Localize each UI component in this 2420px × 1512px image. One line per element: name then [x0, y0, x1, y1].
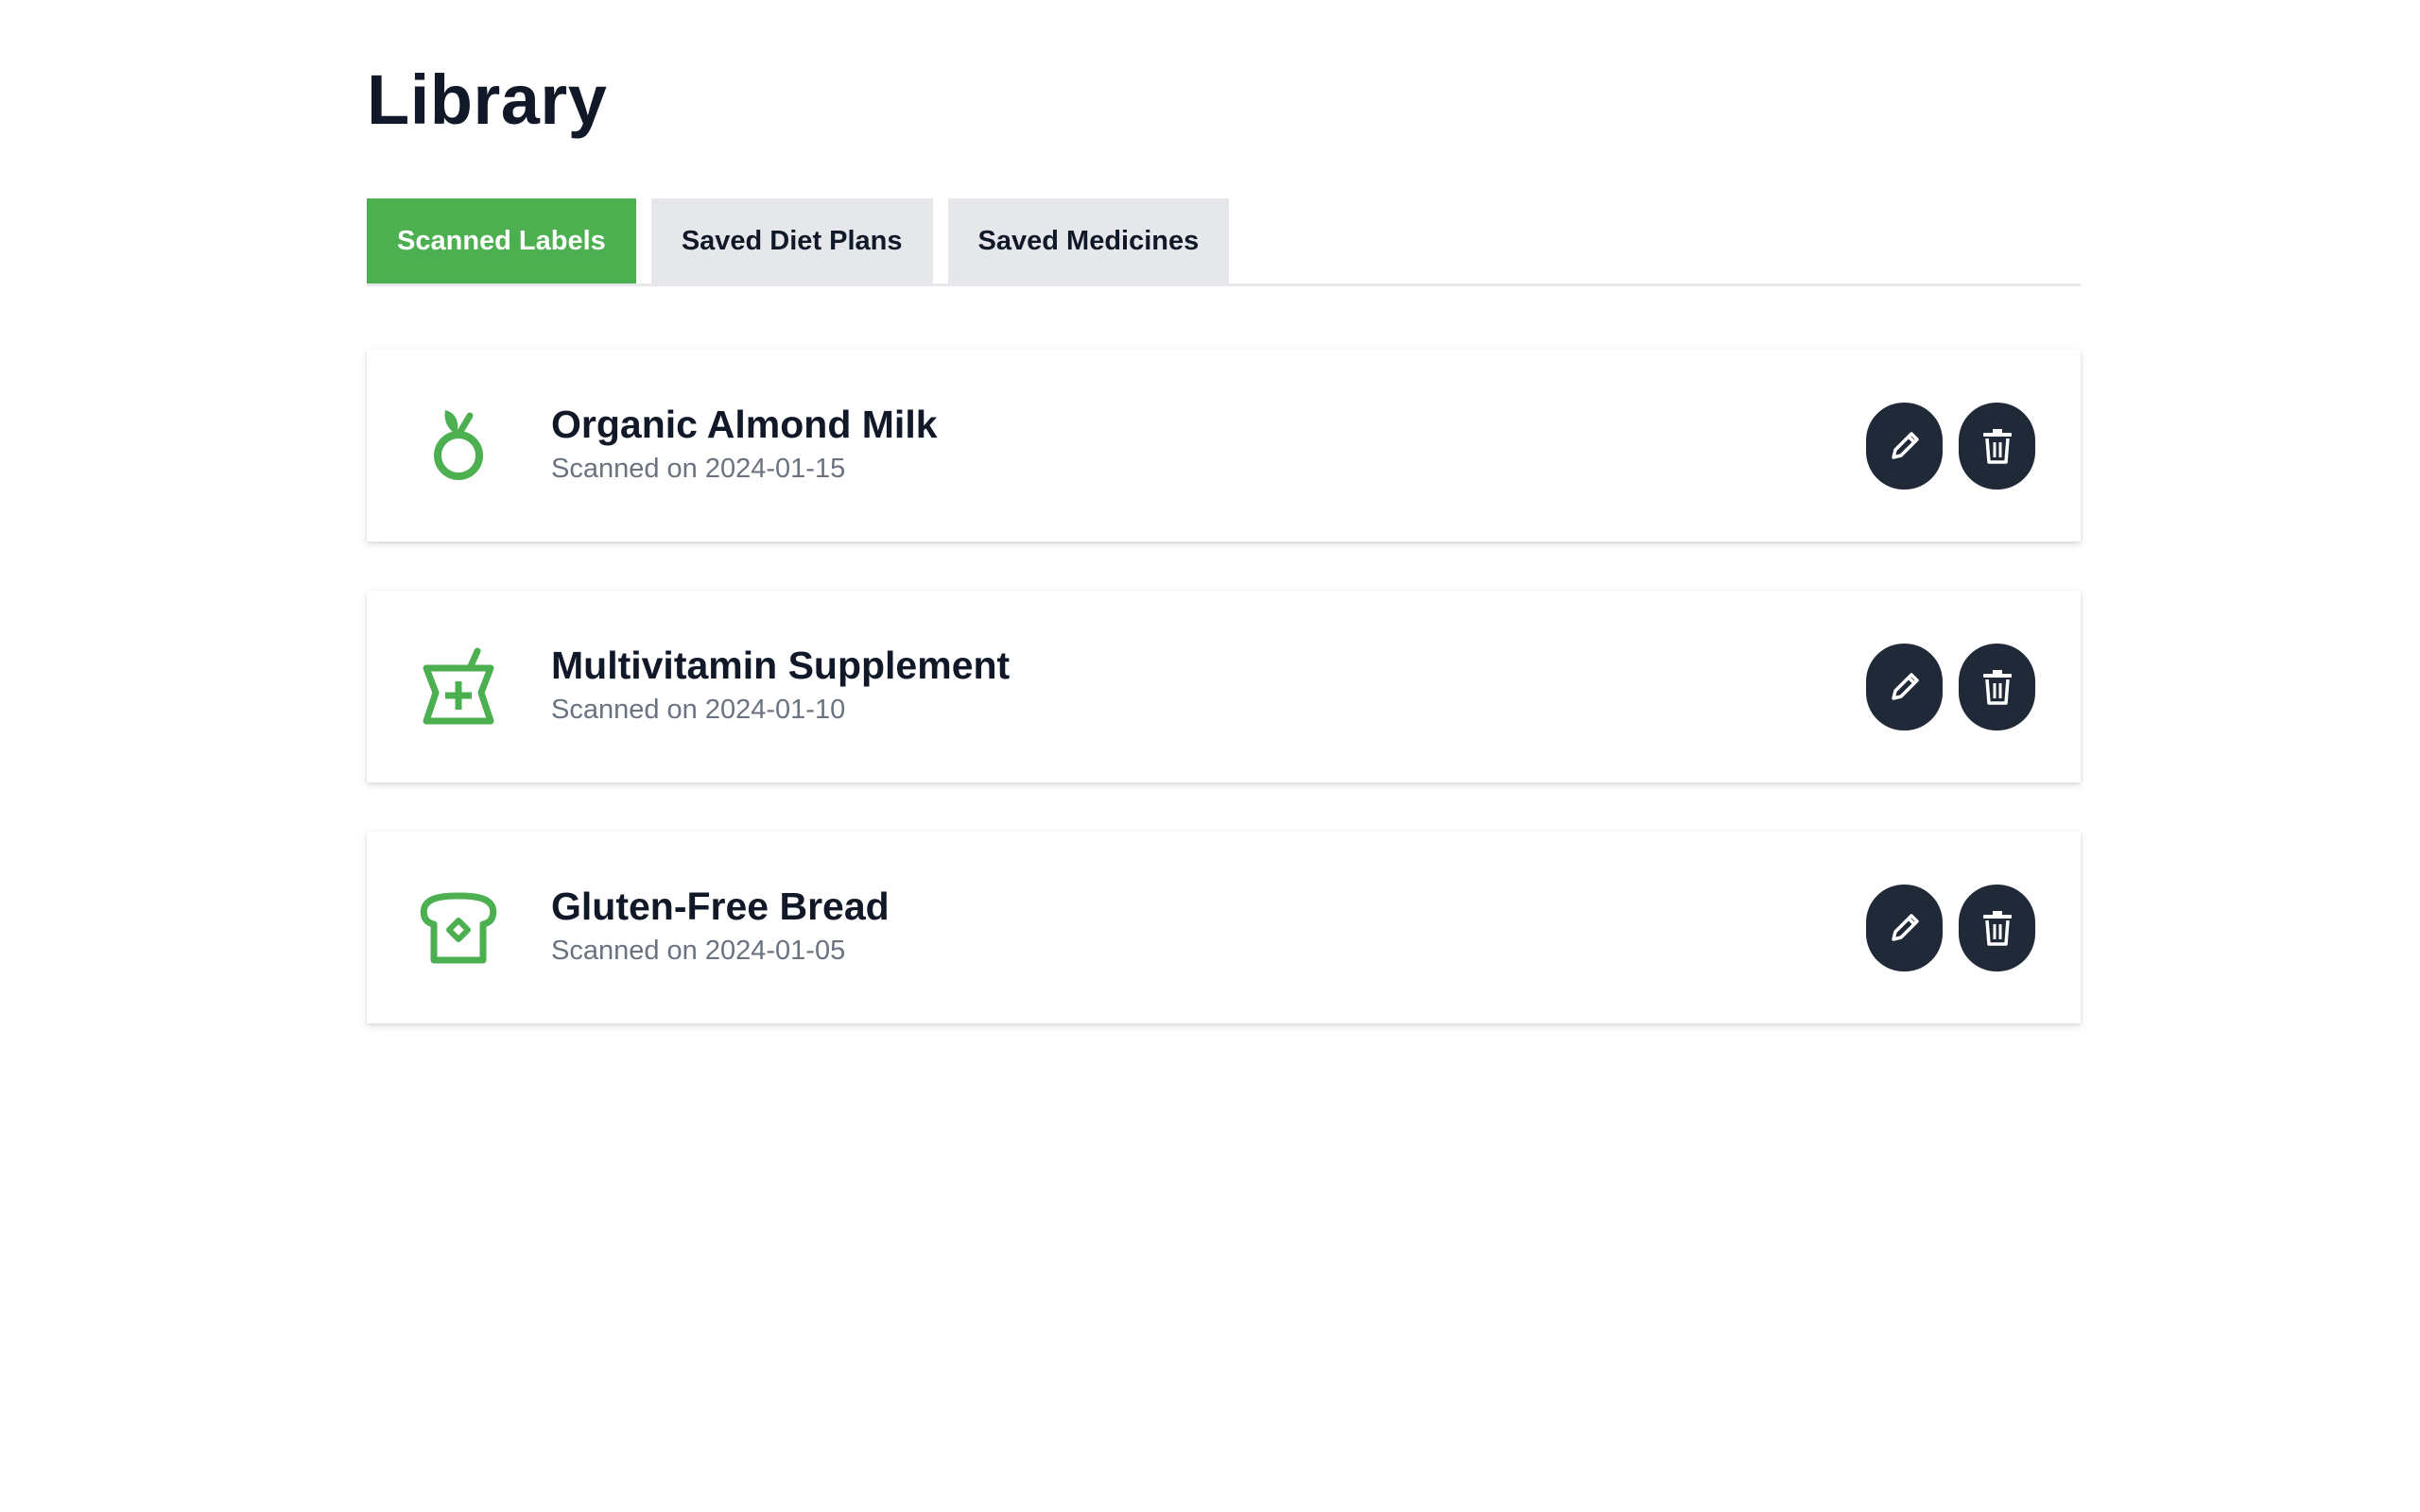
item-title: Gluten-Free Bread: [551, 885, 890, 928]
item-actions: [1866, 643, 2035, 730]
item-scan-date: Scanned on 2024-01-05: [551, 936, 846, 966]
trash-icon: [1982, 428, 2012, 464]
scanned-labels-list: Organic Almond Milk Scanned on 2024-01-1…: [367, 350, 2081, 1073]
trash-icon: [1982, 910, 2012, 946]
item-scan-date: Scanned on 2024-01-15: [551, 454, 846, 484]
tab-saved-diet-plans[interactable]: Saved Diet Plans: [650, 198, 933, 284]
pencil-icon: [1891, 913, 1919, 941]
bread-icon: [416, 885, 501, 971]
item-title: Organic Almond Milk: [551, 403, 938, 446]
pencil-icon: [1891, 672, 1919, 700]
delete-button[interactable]: [1959, 402, 2035, 490]
mortar-pestle-icon: [416, 644, 501, 730]
tab-saved-medicines[interactable]: Saved Medicines: [947, 198, 1230, 284]
list-item[interactable]: Organic Almond Milk Scanned on 2024-01-1…: [367, 350, 2081, 541]
edit-button[interactable]: [1866, 884, 1943, 971]
edit-button[interactable]: [1866, 402, 1943, 490]
trash-icon: [1982, 669, 2012, 705]
item-actions: [1866, 402, 2035, 490]
edit-button[interactable]: [1866, 643, 1943, 730]
item-title: Multivitamin Supplement: [551, 644, 1011, 687]
item-scan-date: Scanned on 2024-01-10: [551, 695, 846, 725]
item-text: Organic Almond Milk Scanned on 2024-01-1…: [551, 401, 938, 486]
pencil-icon: [1891, 431, 1919, 459]
page-title: Library: [367, 60, 608, 139]
item-text: Multivitamin Supplement Scanned on 2024-…: [551, 642, 1010, 727]
tab-scanned-labels[interactable]: Scanned Labels: [367, 198, 636, 284]
item-actions: [1866, 884, 2035, 971]
item-text: Gluten-Free Bread Scanned on 2024-01-05: [551, 883, 890, 968]
delete-button[interactable]: [1959, 643, 2035, 730]
list-item[interactable]: Gluten-Free Bread Scanned on 2024-01-05: [367, 832, 2081, 1023]
list-item[interactable]: Multivitamin Supplement Scanned on 2024-…: [367, 591, 2081, 782]
library-tabs: Scanned Labels Saved Diet Plans Saved Me…: [367, 198, 2081, 286]
delete-button[interactable]: [1959, 884, 2035, 971]
apple-icon: [416, 404, 501, 489]
